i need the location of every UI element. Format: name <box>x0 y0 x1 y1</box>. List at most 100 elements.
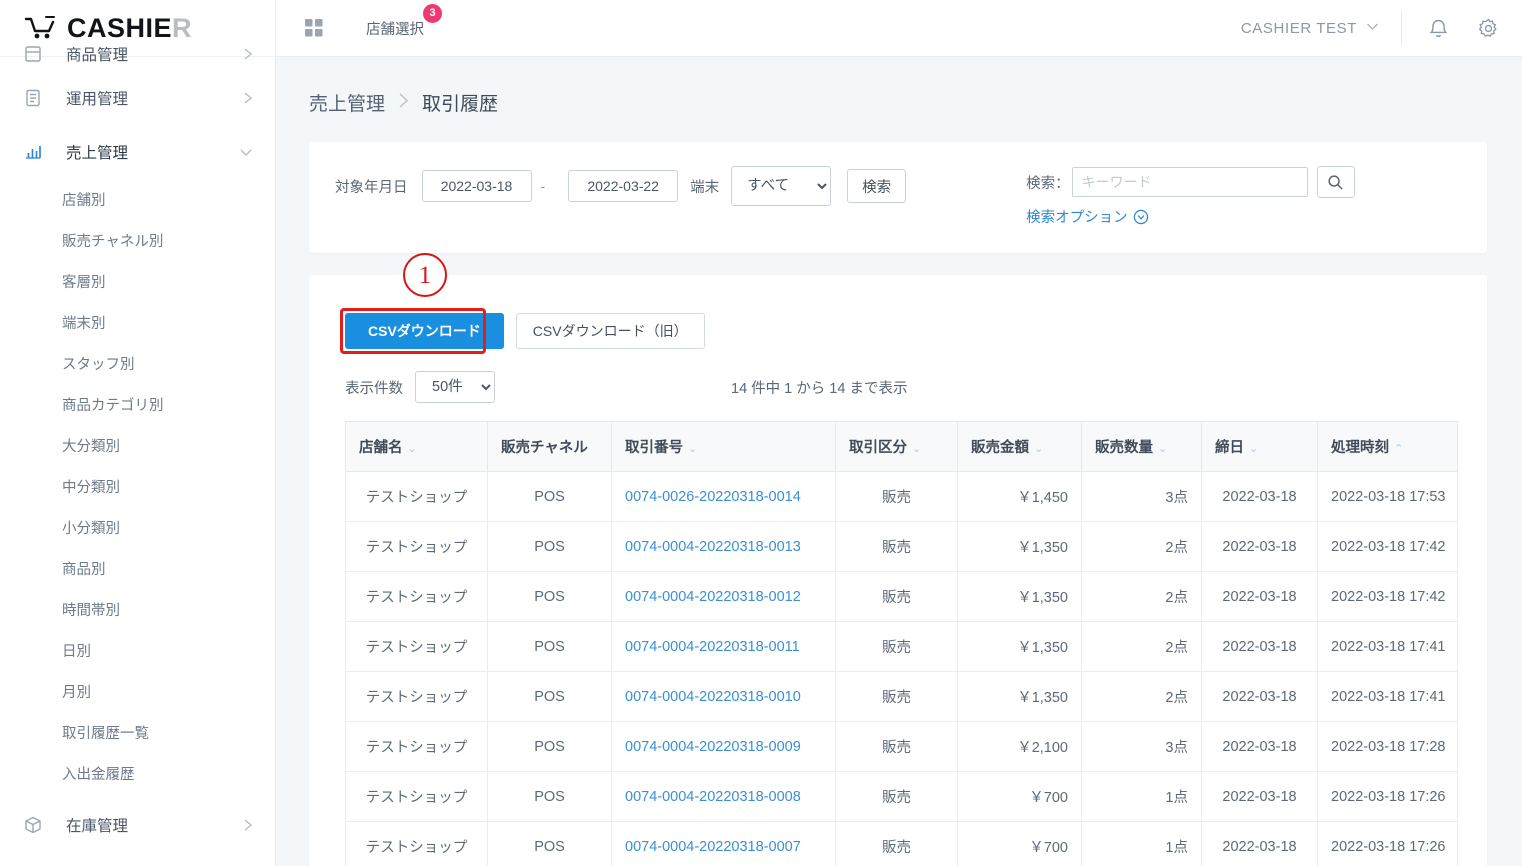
column-label: 取引区分 <box>849 440 907 456</box>
csv-download-button[interactable]: CSVダウンロード <box>345 313 504 349</box>
sidebar-subitem-by-category[interactable]: 商品カテゴリ別 <box>0 384 275 425</box>
chevron-right-icon <box>243 47 253 61</box>
column-label: 締日 <box>1215 440 1244 456</box>
column-header-channel[interactable]: 販売チャネル <box>487 421 612 472</box>
cell-amount: ￥1,350 <box>957 671 1082 722</box>
sidebar-subitem-by-store[interactable]: 店舗別 <box>0 179 275 220</box>
column-header-processed-time[interactable]: 処理時刻 ⌃ <box>1317 421 1458 472</box>
keyword-search-area: 検索： 検索オプション <box>1026 166 1355 227</box>
sidebar-subitem-by-product[interactable]: 商品別 <box>0 548 275 589</box>
column-header-closing-date[interactable]: 締日 ⌄ <box>1201 421 1318 472</box>
sidebar-subitem-by-day[interactable]: 日別 <box>0 630 275 671</box>
brand-logo[interactable]: CASHIER <box>24 14 192 42</box>
transaction-link[interactable]: 0074-0004-20220318-0008 <box>625 789 801 805</box>
cell-transaction-number[interactable]: 0074-0004-20220318-0009 <box>611 721 836 772</box>
user-menu[interactable]: CASHIER TEST <box>1241 11 1402 45</box>
column-label: 販売数量 <box>1095 440 1153 456</box>
sidebar-subitem-by-middle[interactable]: 中分類別 <box>0 466 275 507</box>
breadcrumb-parent[interactable]: 売上管理 <box>309 89 385 116</box>
sidebar-subitem-by-segment[interactable]: 客層別 <box>0 261 275 302</box>
sidebar-subitem-label: 店舗別 <box>62 193 106 209</box>
table-row: テストショップ POS 0074-0004-20220318-0011 販売 ￥1,35… <box>345 621 1458 672</box>
transaction-link[interactable]: 0074-0026-20220318-0014 <box>625 489 801 505</box>
search-filter-panel: 対象年月日 - 端末 すべて 検索 検索： <box>309 142 1487 253</box>
rows-per-page-label: 表示件数 <box>345 380 403 397</box>
cell-shop: テストショップ <box>345 471 488 522</box>
table-row: テストショップ POS 0074-0004-20220318-0013 販売 ￥1,35… <box>345 521 1458 572</box>
sidebar-subitem-label: 販売チャネル別 <box>62 234 164 250</box>
grid-icon[interactable] <box>304 18 324 38</box>
sidebar-subitem-by-major[interactable]: 大分類別 <box>0 425 275 466</box>
column-label: 処理時刻 <box>1331 440 1389 456</box>
cell-transaction-number[interactable]: 0074-0026-20220318-0014 <box>611 471 836 522</box>
cell-quantity: 3点 <box>1081 471 1202 522</box>
sidebar-subitem-by-channel[interactable]: 販売チャネル別 <box>0 220 275 261</box>
cell-transaction-number[interactable]: 0074-0004-20220318-0012 <box>611 571 836 622</box>
sidebar-subitem-by-timeslot[interactable]: 時間帯別 <box>0 589 275 630</box>
cell-transaction-type: 販売 <box>835 621 958 672</box>
chevron-down-circle-icon <box>1133 209 1148 224</box>
search-input[interactable] <box>1071 167 1308 197</box>
sidebar-item-operations-management[interactable]: 運用管理 <box>0 71 275 125</box>
search-submit-button[interactable] <box>1316 166 1355 198</box>
transaction-link[interactable]: 0074-0004-20220318-0011 <box>625 639 800 655</box>
sidebar-subitem-cash-history[interactable]: 入出金履歴 <box>0 753 275 794</box>
column-header-quantity[interactable]: 販売数量 ⌄ <box>1081 421 1202 472</box>
cell-closing-date: 2022-03-18 <box>1201 571 1318 622</box>
store-select-button[interactable]: 店舗選択 3 <box>366 3 442 39</box>
cell-transaction-type: 販売 <box>835 571 958 622</box>
sidebar-subitem-by-minor[interactable]: 小分類別 <box>0 507 275 548</box>
cell-quantity: 3点 <box>1081 721 1202 772</box>
column-header-shop[interactable]: 店舗名 ⌄ <box>345 421 488 472</box>
cell-processed-time: 2022-03-18 17:42 <box>1317 521 1458 572</box>
column-header-transaction-type[interactable]: 取引区分 ⌄ <box>835 421 958 472</box>
sort-desc-icon: ⌄ <box>1158 443 1168 455</box>
rows-per-page-select[interactable]: 50件 <box>415 371 495 403</box>
gear-icon[interactable] <box>1477 17 1500 40</box>
cell-transaction-number[interactable]: 0074-0004-20220318-0010 <box>611 671 836 722</box>
store-select-label: 店舗選択 <box>366 21 424 38</box>
sidebar-subitem-transaction-history[interactable]: 取引履歴一覧 <box>0 712 275 753</box>
transaction-link[interactable]: 0074-0004-20220318-0010 <box>625 689 801 705</box>
content-scroll-area: 売上管理 取引履歴 対象年月日 - 端末 すべて 検索 <box>276 57 1522 866</box>
bell-icon[interactable] <box>1428 17 1449 40</box>
transaction-link[interactable]: 0074-0004-20220318-0007 <box>625 839 801 855</box>
sidebar-item-label: 商品管理 <box>66 47 129 64</box>
cell-transaction-number[interactable]: 0074-0004-20220318-0007 <box>611 821 836 866</box>
keyword-label: 検索： <box>1026 175 1070 192</box>
cell-channel: POS <box>487 721 612 772</box>
transaction-link[interactable]: 0074-0004-20220318-0009 <box>625 739 801 755</box>
sidebar-subitem-by-staff[interactable]: スタッフ別 <box>0 343 275 384</box>
search-options-toggle[interactable]: 検索オプション <box>1026 206 1355 227</box>
cell-processed-time: 2022-03-18 17:26 <box>1317 821 1458 866</box>
sidebar-subitem-label: 月別 <box>62 685 91 701</box>
cell-transaction-number[interactable]: 0074-0004-20220318-0013 <box>611 521 836 572</box>
sidebar-item-label: 売上管理 <box>66 145 129 162</box>
date-to-input[interactable] <box>568 170 679 202</box>
sidebar-item-product-management[interactable]: 商品管理 <box>0 37 275 71</box>
rows-per-page-row: 表示件数 50件 14 件中 1 から 14 まで表示 <box>309 349 1487 403</box>
table-row: テストショップ POS 0074-0004-20220318-0008 販売 ￥700 1… <box>345 771 1458 822</box>
transaction-link[interactable]: 0074-0004-20220318-0012 <box>625 589 801 605</box>
sidebar-subitem-label: 端末別 <box>62 316 106 332</box>
date-from-input[interactable] <box>421 170 532 202</box>
sidebar-subitem-by-terminal[interactable]: 端末別 <box>0 302 275 343</box>
search-button[interactable]: 検索 <box>847 169 907 203</box>
cell-transaction-number[interactable]: 0074-0004-20220318-0008 <box>611 771 836 822</box>
cell-transaction-number[interactable]: 0074-0004-20220318-0011 <box>611 621 836 672</box>
column-header-amount[interactable]: 販売金額 ⌄ <box>957 421 1082 472</box>
sort-desc-icon: ⌄ <box>1034 443 1044 455</box>
cell-closing-date: 2022-03-18 <box>1201 671 1318 722</box>
column-header-transaction-number[interactable]: 取引番号 ⌄ <box>611 421 836 472</box>
cell-shop: テストショップ <box>345 721 488 772</box>
sidebar-subitem-by-month[interactable]: 月別 <box>0 671 275 712</box>
terminal-select[interactable]: すべて <box>731 166 832 206</box>
sidebar-item-sales-management[interactable]: 売上管理 <box>0 125 275 179</box>
sidebar-item-inventory-management[interactable]: 在庫管理 <box>0 798 275 852</box>
sidebar-subitem-label: 日別 <box>62 644 91 660</box>
cell-quantity: 2点 <box>1081 571 1202 622</box>
store-select-badge: 3 <box>423 3 442 23</box>
csv-download-old-button[interactable]: CSVダウンロード（旧） <box>515 313 705 349</box>
transaction-link[interactable]: 0074-0004-20220318-0013 <box>625 539 801 555</box>
top-bar: 店舗選択 3 CASHIER TEST <box>276 0 1522 57</box>
